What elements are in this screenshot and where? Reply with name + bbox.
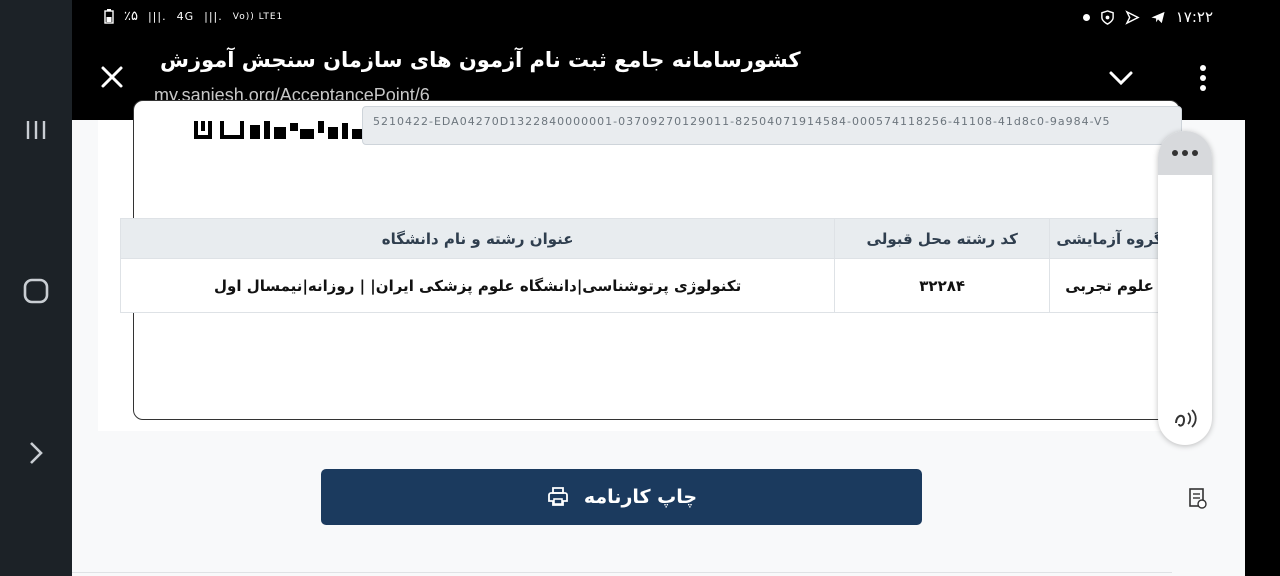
network-type: 4G (176, 10, 195, 23)
header-group: گروه آزمایشی (1049, 218, 1170, 259)
telegram-icon (1151, 11, 1165, 23)
cell-code: ۳۲۲۸۴ (834, 258, 1051, 313)
print-icon (547, 487, 568, 506)
recents-icon[interactable] (16, 110, 56, 150)
print-button-label: چاپ کارنامه (583, 486, 698, 508)
header-title: عنوان رشته و نام دانشگاه (119, 218, 836, 259)
floating-widget[interactable] (1158, 131, 1212, 445)
battery-level: ٪۵ (124, 9, 138, 24)
signal-icon: |||. (147, 10, 167, 23)
browser-screen: ٪۵ |||. 4G |||. Vo)) LTE1 ۱۷:۲۲ کشورساما… (72, 0, 1245, 576)
more-vert-icon[interactable] (1190, 63, 1216, 93)
header-code: کد رشته محل قبولی (834, 218, 1051, 259)
sound-icon[interactable] (1170, 403, 1200, 433)
navigation-rail (0, 0, 72, 576)
print-button[interactable]: چاپ کارنامه (321, 469, 922, 525)
vpn-icon (1125, 9, 1140, 25)
battery-icon (104, 9, 114, 24)
qr-code (194, 121, 372, 139)
notification-dot-icon (1082, 13, 1090, 21)
close-icon[interactable] (98, 63, 126, 91)
chevron-down-icon[interactable] (1108, 66, 1134, 90)
cell-title: تکنولوژی پرتوشناسی|دانشگاه علوم پزشکی ای… (119, 258, 836, 313)
clock: ۱۷:۲۲ (1175, 8, 1213, 26)
back-icon[interactable] (16, 433, 56, 473)
screen-edge (1245, 0, 1280, 576)
results-table: گروه آزمایشی کد رشته محل قبولی عنوان رشت… (119, 218, 1170, 313)
page-title: کشورسامانه جامع ثبت نام آزمون های سازمان… (160, 48, 801, 72)
network-type-2: Vo)) LTE1 (232, 11, 284, 22)
document-icon[interactable] (1188, 488, 1208, 510)
status-bar: ٪۵ |||. 4G |||. Vo)) LTE1 ۱۷:۲۲ (72, 0, 1245, 36)
table-row: علوم تجربی ۳۲۲۸۴ تکنولوژی پرتوشناسی|دانش… (119, 258, 1170, 313)
home-icon[interactable] (16, 271, 56, 311)
divider (72, 572, 1172, 573)
page-content: 5210422-EDA04270D1322840000001-037092701… (72, 100, 1245, 576)
shield-icon (1100, 9, 1114, 25)
cell-group: علوم تجربی (1049, 258, 1170, 313)
certificate-code-field: 5210422-EDA04270D1322840000001-037092701… (362, 106, 1182, 145)
signal-icon-2: |||. (204, 10, 223, 23)
